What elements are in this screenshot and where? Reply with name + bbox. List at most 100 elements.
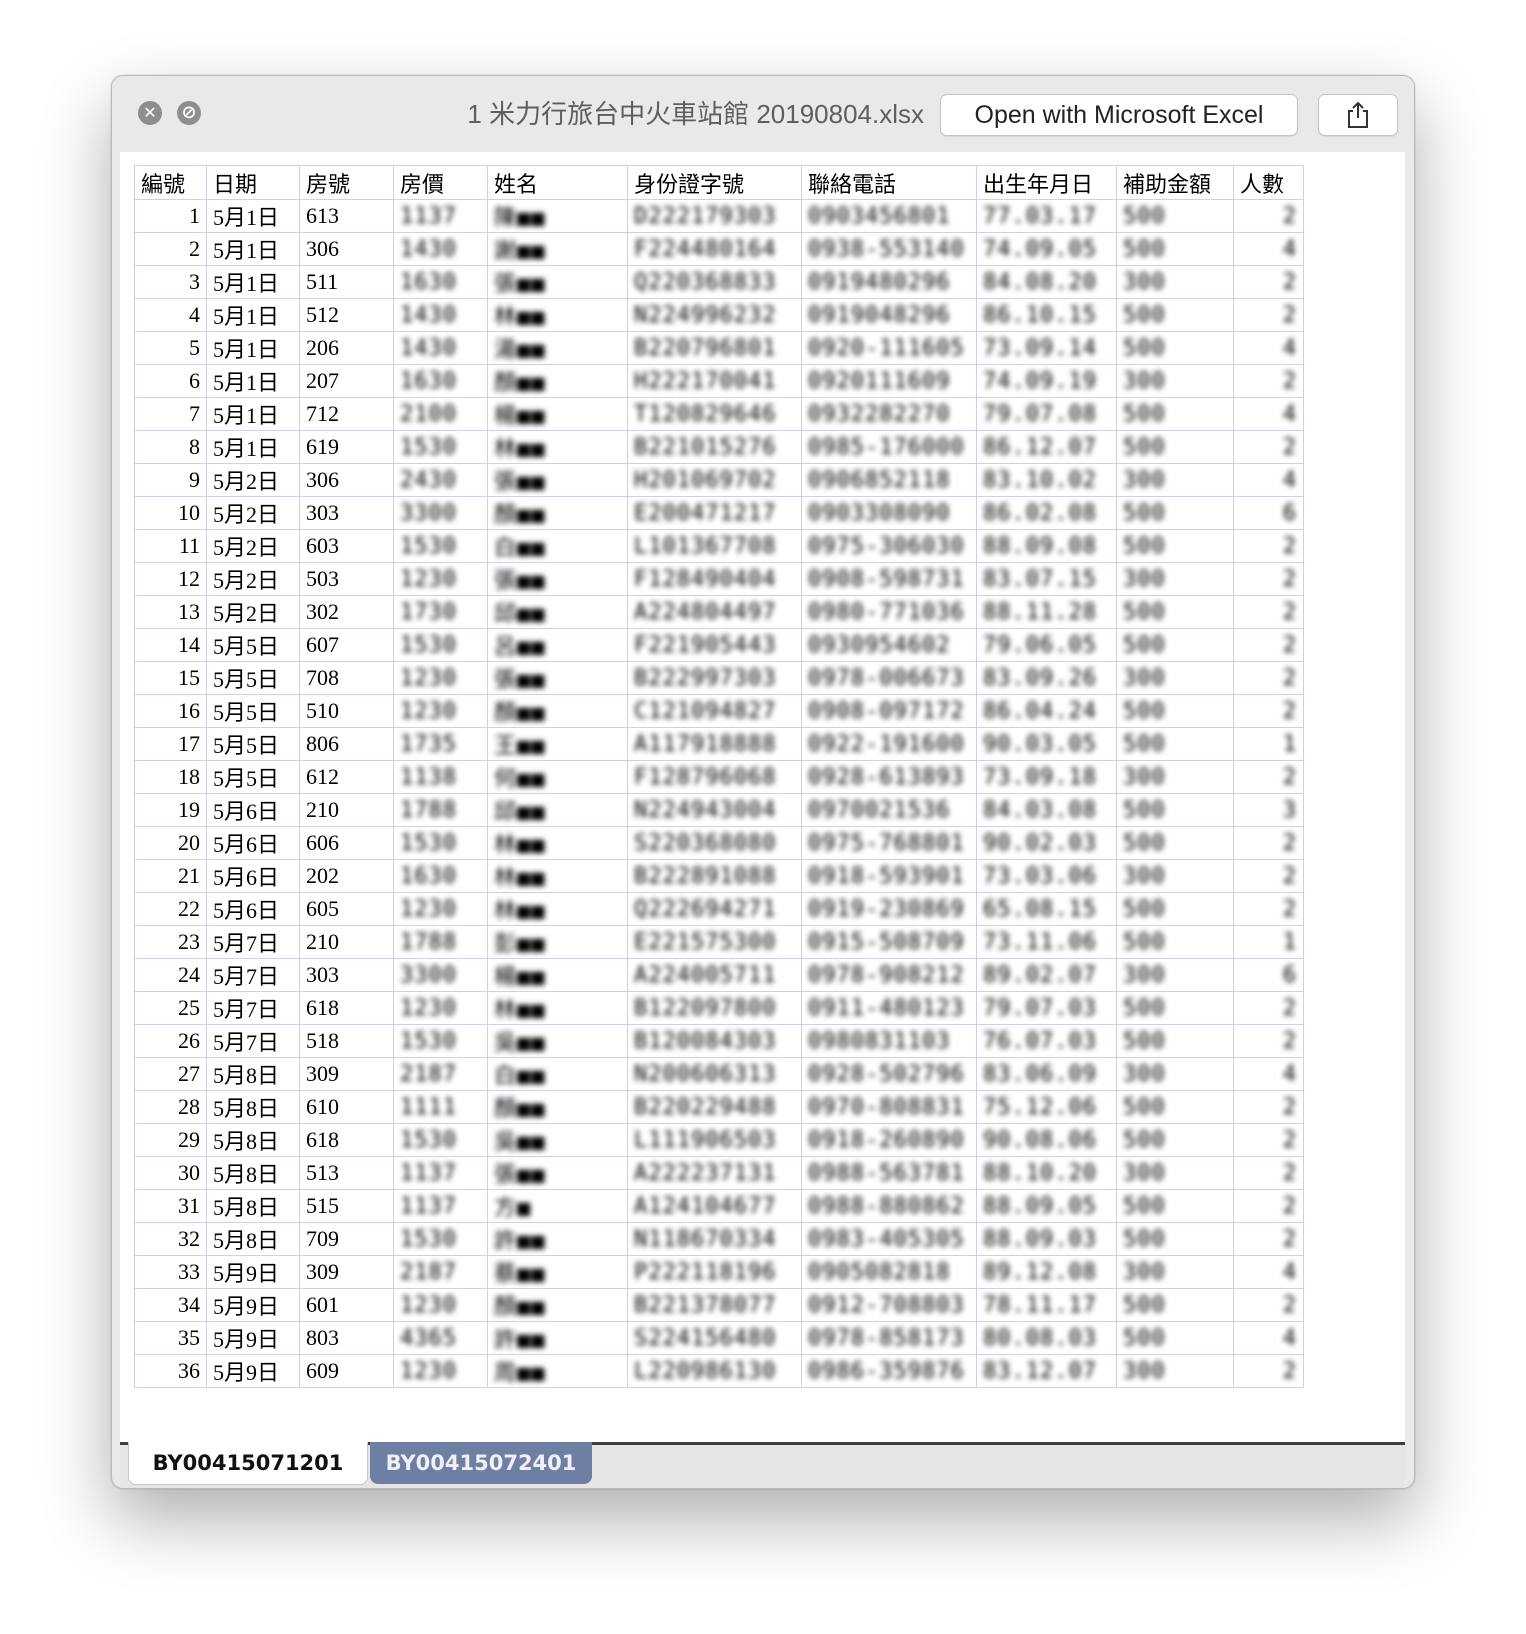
cell-date[interactable]: 5月5日 xyxy=(206,661,300,695)
cell-no[interactable]: 19 xyxy=(134,793,207,827)
cell-room[interactable]: 309 xyxy=(299,1255,394,1289)
cell-room[interactable]: 610 xyxy=(299,1090,394,1124)
cell-no[interactable]: 16 xyxy=(134,694,207,728)
cell-date[interactable]: 5月6日 xyxy=(206,793,300,827)
cell-id[interactable]: B122097800 xyxy=(627,991,802,1025)
cell-price[interactable]: 1230 xyxy=(393,991,488,1025)
cell-people[interactable]: 2 xyxy=(1233,694,1304,728)
cell-phone[interactable]: 0903456801 xyxy=(801,199,977,233)
cell-date[interactable]: 5月2日 xyxy=(206,595,300,629)
cell-room[interactable]: 618 xyxy=(299,1123,394,1157)
cell-price[interactable]: 1730 xyxy=(393,595,488,629)
cell-no[interactable]: 28 xyxy=(134,1090,207,1124)
cell-date[interactable]: 5月1日 xyxy=(206,331,300,365)
cell-subsidy[interactable]: 500 xyxy=(1116,1123,1234,1157)
cell-price[interactable]: 1788 xyxy=(393,793,488,827)
cell-people[interactable]: 2 xyxy=(1233,1288,1304,1322)
cell-subsidy[interactable]: 300 xyxy=(1116,265,1234,299)
cell-subsidy[interactable]: 500 xyxy=(1116,991,1234,1025)
open-with-excel-button[interactable]: Open with Microsoft Excel xyxy=(940,94,1298,136)
cell-phone[interactable]: 0978-858173 xyxy=(801,1321,977,1355)
cell-phone[interactable]: 0920-111605 xyxy=(801,331,977,365)
cell-phone[interactable]: 0908-097172 xyxy=(801,694,977,728)
cell-people[interactable]: 2 xyxy=(1233,892,1304,926)
cell-room[interactable]: 210 xyxy=(299,925,394,959)
cell-people[interactable]: 2 xyxy=(1233,1090,1304,1124)
cell-subsidy[interactable]: 500 xyxy=(1116,1321,1234,1355)
cell-date[interactable]: 5月5日 xyxy=(206,760,300,794)
cell-room[interactable]: 309 xyxy=(299,1057,394,1091)
cell-subsidy[interactable]: 300 xyxy=(1116,1156,1234,1190)
cell-phone[interactable]: 0920111609 xyxy=(801,364,977,398)
cell-no[interactable]: 9 xyxy=(134,463,207,497)
cell-subsidy[interactable]: 300 xyxy=(1116,1354,1234,1388)
cell-no[interactable]: 26 xyxy=(134,1024,207,1058)
cell-room[interactable]: 202 xyxy=(299,859,394,893)
spreadsheet-view[interactable]: 編號 日期 房號 房價 姓名 身份證字號 聯絡電話 出生年月日 補助金額 人數 1 5月1日 613 1… xyxy=(120,152,1405,1442)
cell-no[interactable]: 10 xyxy=(134,496,207,530)
cell-phone[interactable]: 0985-176000 xyxy=(801,430,977,464)
cell-price[interactable]: 1230 xyxy=(393,661,488,695)
cell-room[interactable]: 302 xyxy=(299,595,394,629)
cell-no[interactable]: 25 xyxy=(134,991,207,1025)
cell-id[interactable]: B222997303 xyxy=(627,661,802,695)
cell-birth[interactable]: 73.03.06 xyxy=(976,859,1117,893)
cell-no[interactable]: 33 xyxy=(134,1255,207,1289)
cell-name[interactable]: 張■■ xyxy=(487,661,628,695)
cell-birth[interactable]: 88.11.28 xyxy=(976,595,1117,629)
cell-name[interactable]: 楊■■ xyxy=(487,397,628,431)
cell-phone[interactable]: 0975-768801 xyxy=(801,826,977,860)
cell-id[interactable]: A224804497 xyxy=(627,595,802,629)
cell-people[interactable]: 3 xyxy=(1233,793,1304,827)
cell-room[interactable]: 303 xyxy=(299,496,394,530)
cell-name[interactable]: 顏■■ xyxy=(487,496,628,530)
cell-price[interactable]: 1788 xyxy=(393,925,488,959)
cell-birth[interactable]: 79.07.08 xyxy=(976,397,1117,431)
cell-id[interactable]: E221575300 xyxy=(627,925,802,959)
cell-date[interactable]: 5月9日 xyxy=(206,1321,300,1355)
cell-room[interactable]: 503 xyxy=(299,562,394,596)
cell-no[interactable]: 18 xyxy=(134,760,207,794)
cell-subsidy[interactable]: 500 xyxy=(1116,1090,1234,1124)
cell-people[interactable]: 2 xyxy=(1233,859,1304,893)
cell-date[interactable]: 5月6日 xyxy=(206,859,300,893)
cell-date[interactable]: 5月9日 xyxy=(206,1255,300,1289)
cell-people[interactable]: 2 xyxy=(1233,661,1304,695)
cell-phone[interactable]: 0906852118 xyxy=(801,463,977,497)
cell-id[interactable]: N118670334 xyxy=(627,1222,802,1256)
cell-name[interactable]: 張■■ xyxy=(487,265,628,299)
cell-people[interactable]: 1 xyxy=(1233,727,1304,761)
cell-subsidy[interactable]: 300 xyxy=(1116,1255,1234,1289)
cell-name[interactable]: 白■■ xyxy=(487,1057,628,1091)
cell-people[interactable]: 2 xyxy=(1233,298,1304,332)
cell-birth[interactable]: 74.09.19 xyxy=(976,364,1117,398)
cell-name[interactable]: 顏■■ xyxy=(487,1288,628,1322)
cell-no[interactable]: 20 xyxy=(134,826,207,860)
cell-no[interactable]: 5 xyxy=(134,331,207,365)
cell-price[interactable]: 2100 xyxy=(393,397,488,431)
cell-date[interactable]: 5月5日 xyxy=(206,628,300,662)
cell-people[interactable]: 2 xyxy=(1233,1189,1304,1223)
cell-name[interactable]: 吳■■ xyxy=(487,1123,628,1157)
cell-subsidy[interactable]: 500 xyxy=(1116,628,1234,662)
cell-no[interactable]: 22 xyxy=(134,892,207,926)
cell-no[interactable]: 30 xyxy=(134,1156,207,1190)
cell-price[interactable]: 1530 xyxy=(393,529,488,563)
cell-room[interactable]: 609 xyxy=(299,1354,394,1388)
cell-room[interactable]: 206 xyxy=(299,331,394,365)
cell-subsidy[interactable]: 500 xyxy=(1116,529,1234,563)
cell-birth[interactable]: 89.12.08 xyxy=(976,1255,1117,1289)
cell-price[interactable]: 1111 xyxy=(393,1090,488,1124)
cell-people[interactable]: 2 xyxy=(1233,364,1304,398)
cell-name[interactable]: 何■■ xyxy=(487,760,628,794)
cell-birth[interactable]: 83.12.07 xyxy=(976,1354,1117,1388)
cell-subsidy[interactable]: 500 xyxy=(1116,496,1234,530)
cell-people[interactable]: 4 xyxy=(1233,232,1304,266)
cell-date[interactable]: 5月1日 xyxy=(206,430,300,464)
cell-phone[interactable]: 0919048296 xyxy=(801,298,977,332)
cell-price[interactable]: 1530 xyxy=(393,430,488,464)
cell-date[interactable]: 5月8日 xyxy=(206,1156,300,1190)
cell-name[interactable]: 林■■ xyxy=(487,991,628,1025)
cell-phone[interactable]: 0922-191600 xyxy=(801,727,977,761)
cell-birth[interactable]: 90.08.06 xyxy=(976,1123,1117,1157)
